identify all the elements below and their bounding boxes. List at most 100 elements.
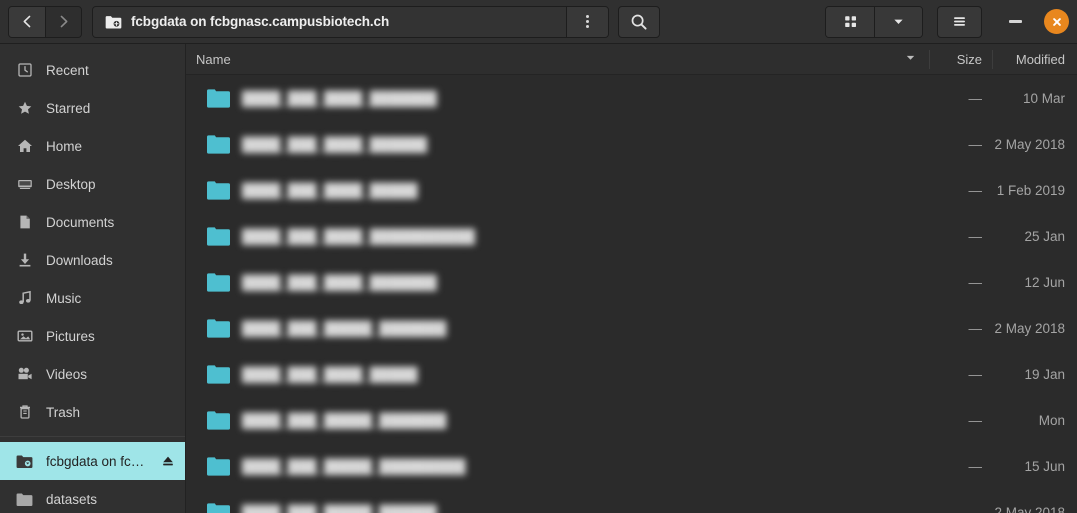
- column-header-modified[interactable]: Modified: [992, 44, 1077, 75]
- view-options-dropdown[interactable]: [874, 6, 922, 37]
- folder-icon: [206, 364, 230, 385]
- table-row[interactable]: ████_███_████_███████ — 10 Mar: [186, 75, 1077, 121]
- file-size-cell: —: [968, 320, 983, 336]
- sidebar-item-downloads[interactable]: Downloads: [0, 241, 185, 279]
- folder-icon: [206, 272, 230, 293]
- column-header-size-label: Size: [956, 51, 982, 67]
- file-name-cell[interactable]: ████_███_████_███████: [186, 272, 929, 293]
- file-name-cell[interactable]: ████_███_█████_███████: [186, 318, 929, 339]
- search-icon: [631, 14, 647, 30]
- minimize-icon: [1008, 20, 1022, 23]
- file-name-cell[interactable]: ████_███_████_███████: [186, 88, 929, 109]
- table-row[interactable]: ████_███_█████_███████ — 2 May 2018: [186, 305, 1077, 351]
- table-row[interactable]: ████_███_████_██████ — 2 May 2018: [186, 121, 1077, 167]
- file-name-cell[interactable]: ████_███_█████_███████: [186, 410, 929, 431]
- search-button[interactable]: [618, 5, 661, 38]
- header-bar: fcbgdata on fcbgnasc.campusbiotech.ch: [0, 0, 1077, 44]
- sidebar-item-label: Videos: [46, 366, 88, 382]
- folder-icon: [206, 318, 230, 339]
- file-modified-cell: 25 Jan: [1024, 228, 1065, 244]
- main-menu-button[interactable]: [937, 5, 982, 38]
- files-window: fcbgdata on fcbgnasc.campusbiotech.ch Re…: [0, 0, 1077, 513]
- sidebar-item-label: Documents: [46, 214, 115, 230]
- file-size-cell: —: [968, 90, 983, 106]
- sidebar-item-label: Downloads: [46, 252, 113, 268]
- download-icon: [16, 252, 33, 269]
- sidebar-item-label: Pictures: [46, 328, 95, 344]
- window-body: Recent Starred Home Desktop Documents Do…: [0, 44, 1077, 513]
- file-modified-cell: 2 May 2018: [994, 136, 1065, 152]
- sidebar-item-label: Recent: [46, 62, 89, 78]
- sidebar-item-desktop[interactable]: Desktop: [0, 165, 185, 203]
- file-name-label: ████_███_████_███████: [242, 274, 437, 290]
- table-row[interactable]: ████_███_████_█████ — 19 Jan: [186, 351, 1077, 397]
- file-name-cell[interactable]: ████_███_████_█████: [186, 180, 929, 201]
- sidebar-item-starred[interactable]: Starred: [0, 89, 185, 127]
- sidebar-item-videos[interactable]: Videos: [0, 355, 185, 393]
- file-name-cell[interactable]: ████_███_████_█████: [186, 364, 929, 385]
- eject-icon[interactable]: [160, 454, 175, 469]
- table-row[interactable]: ████_███_████_███████ — 12 Jun: [186, 259, 1077, 305]
- file-name-label: ████_███_████_█████: [242, 366, 418, 382]
- close-icon: [1052, 17, 1061, 26]
- grid-icon: [844, 16, 856, 27]
- grid-view-button[interactable]: [826, 6, 874, 37]
- star-icon: [16, 100, 33, 117]
- sidebar-item-label: Music: [46, 290, 82, 306]
- column-header-name-label: Name: [196, 51, 231, 67]
- sidebar-item-trash[interactable]: Trash: [0, 393, 185, 431]
- path-button-current-location[interactable]: fcbgdata on fcbgnasc.campusbiotech.ch: [93, 6, 567, 37]
- file-name-cell[interactable]: ████_███_█████_█████████: [186, 456, 929, 477]
- table-row[interactable]: ████_███_█████_█████████ — 15 Jun: [186, 443, 1077, 489]
- table-row[interactable]: ████_███_█████_██████ — 2 May 2018: [186, 489, 1077, 513]
- sidebar-item-recent[interactable]: Recent: [0, 51, 185, 89]
- sidebar-item-pictures[interactable]: Pictures: [0, 317, 185, 355]
- file-modified-cell: 12 Jun: [1024, 274, 1065, 290]
- sidebar-item-music[interactable]: Music: [0, 279, 185, 317]
- file-modified-cell: 19 Jan: [1024, 366, 1065, 382]
- path-label: fcbgdata on fcbgnasc.campusbiotech.ch: [131, 14, 390, 29]
- file-modified-cell: 10 Mar: [1022, 90, 1065, 106]
- network-folder-icon: [16, 453, 33, 470]
- table-row[interactable]: ████_███_████_███████████ — 25 Jan: [186, 213, 1077, 259]
- navigation-button-group: [8, 5, 82, 38]
- sidebar-item-fcbgdata[interactable]: fcbgdata on fc…: [0, 442, 185, 480]
- sidebar-item-documents[interactable]: Documents: [0, 203, 185, 241]
- dot: [586, 24, 590, 28]
- folder-icon: [206, 88, 230, 109]
- sidebar-item-label: Desktop: [46, 176, 96, 192]
- forward-button[interactable]: [45, 6, 81, 37]
- back-button[interactable]: [9, 6, 45, 37]
- file-size-cell: —: [968, 136, 983, 152]
- column-header-size[interactable]: Size: [929, 44, 992, 75]
- path-options-button[interactable]: [566, 6, 609, 37]
- file-name-label: ████_███_█████_██████: [242, 504, 437, 513]
- folder-icon: [16, 491, 33, 508]
- folder-icon: [206, 410, 230, 431]
- table-row[interactable]: ████_███_████_█████ — 1 Feb 2019: [186, 167, 1077, 213]
- close-button[interactable]: [1044, 9, 1069, 34]
- column-header-name[interactable]: Name: [186, 44, 929, 75]
- sort-descending-icon: [904, 51, 917, 67]
- clock-icon: [16, 62, 33, 79]
- file-size-cell: —: [968, 366, 983, 382]
- folder-icon: [206, 456, 230, 477]
- sidebar-item-datasets[interactable]: datasets: [0, 480, 185, 513]
- sidebar-separator: [0, 436, 185, 437]
- file-modified-cell: 2 May 2018: [994, 320, 1065, 336]
- path-bar: fcbgdata on fcbgnasc.campusbiotech.ch: [92, 5, 610, 38]
- file-name-label: ████_███_█████_███████: [242, 412, 447, 428]
- sidebar-item-label: Home: [46, 138, 83, 154]
- file-name-cell[interactable]: ████_███_████_██████: [186, 134, 929, 155]
- file-name-cell[interactable]: ████_███_████_███████████: [186, 226, 929, 247]
- file-name-cell[interactable]: ████_███_█████_██████: [186, 502, 929, 513]
- file-rows[interactable]: ████_███_████_███████ —10 Mar ████_███_███…: [186, 75, 1077, 513]
- file-size-cell: —: [968, 274, 983, 290]
- sidebar-item-home[interactable]: Home: [0, 127, 185, 165]
- hamburger-menu-icon: [954, 17, 965, 26]
- file-size-cell: —: [968, 182, 983, 198]
- sidebar-item-label: datasets: [46, 491, 98, 507]
- dot: [586, 15, 590, 19]
- table-row[interactable]: ████_███_█████_███████ — Mon: [186, 397, 1077, 443]
- minimize-button[interactable]: [1000, 7, 1030, 37]
